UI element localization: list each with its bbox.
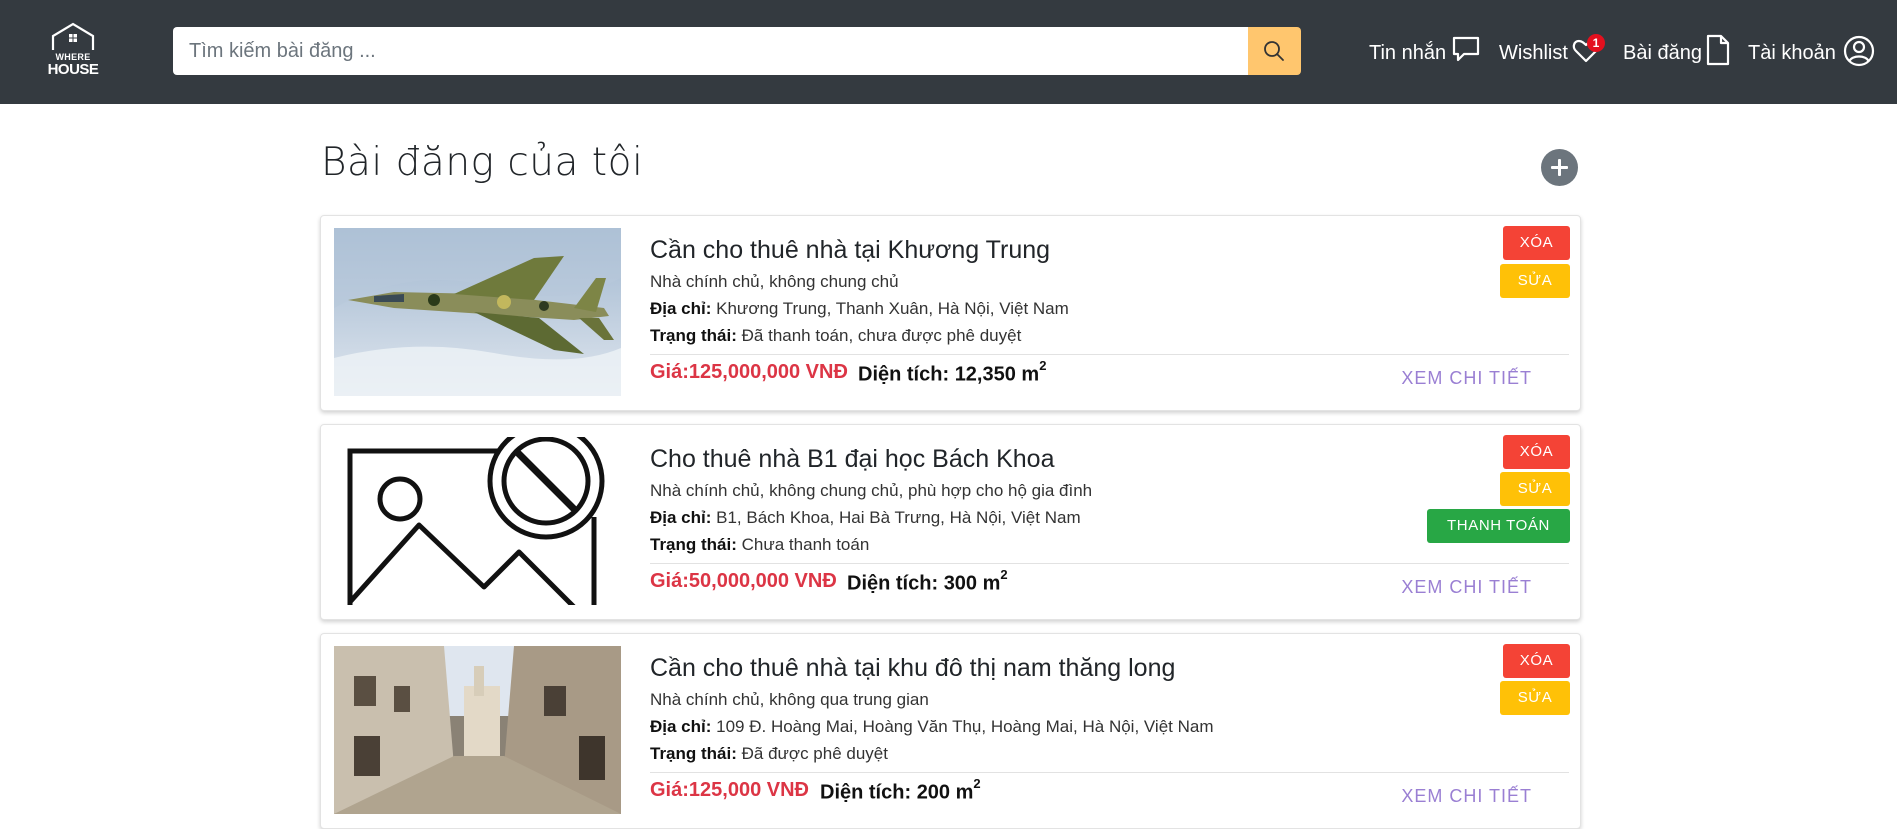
where-house-logo[interactable]: WHERE HOUSE <box>44 22 102 80</box>
price-value: 50,000,000 VNĐ <box>688 570 837 592</box>
nav-messages[interactable]: Tin nhắn <box>1369 32 1480 72</box>
view-detail-link[interactable]: XEM CHI TIẾT <box>1401 368 1532 389</box>
card-divider <box>650 563 1569 564</box>
area-label: Diện tích: <box>820 781 912 804</box>
view-detail-link[interactable]: XEM CHI TIẾT <box>1401 786 1532 807</box>
search-input[interactable] <box>173 27 1249 75</box>
listing-area: Diện tích: 300 m2 <box>847 567 1008 596</box>
status-value: Đã được phê duyệt <box>741 744 888 763</box>
search-bar <box>173 27 1301 75</box>
add-post-button[interactable] <box>1541 149 1578 186</box>
status-label: Trạng thái: <box>650 535 737 554</box>
nav-wishlist-label: Wishlist <box>1499 42 1568 64</box>
address-value: 109 Đ. Hoàng Mai, Hoàng Văn Thụ, Hoàng M… <box>716 717 1214 736</box>
area-unit-sup: 2 <box>1000 567 1008 582</box>
listing-description: Nhà chính chủ, không qua trung gian <box>650 690 929 709</box>
document-icon <box>1706 34 1730 66</box>
status-value: Đã thanh toán, chưa được phê duyệt <box>741 326 1022 345</box>
nav-posts[interactable]: Bài đăng <box>1623 32 1730 72</box>
delete-button[interactable]: XÓA <box>1503 644 1570 678</box>
view-detail-link[interactable]: XEM CHI TIẾT <box>1401 577 1532 598</box>
area-unit-sup: 2 <box>973 776 981 791</box>
top-navbar: WHERE HOUSE Tin nhắn Wishlist 1 Bài đăng <box>0 0 1897 104</box>
nav-wishlist[interactable]: Wishlist 1 <box>1499 32 1605 72</box>
status-value: Chưa thanh toán <box>741 535 870 554</box>
search-icon <box>1264 41 1284 61</box>
listing-description: Nhà chính chủ, không chung chủ, phù hợp … <box>650 481 1093 500</box>
listing-status: Trạng thái: Chưa thanh toán <box>650 535 869 555</box>
wishlist-count-badge: 1 <box>1587 34 1605 52</box>
listing-area: Diện tích: 12,350 m2 <box>858 358 1047 387</box>
status-label: Trạng thái: <box>650 744 737 763</box>
listing-price: Giá:125,000 VNĐ <box>650 779 809 802</box>
price-label: Giá: <box>650 779 689 801</box>
area-value: 12,350 m <box>954 363 1040 386</box>
card-divider <box>650 354 1569 355</box>
card-divider <box>650 772 1569 773</box>
listing-status: Trạng thái: Đã thanh toán, chưa được phê… <box>650 326 1021 346</box>
listing-status: Trạng thái: Đã được phê duyệt <box>650 744 888 764</box>
search-button[interactable] <box>1248 27 1301 75</box>
listing-thumbnail-placeholder[interactable] <box>334 437 621 605</box>
status-label: Trạng thái: <box>650 326 737 345</box>
area-label: Diện tích: <box>847 572 939 595</box>
address-label: Địa chỉ: <box>650 717 712 736</box>
price-value: 125,000 VNĐ <box>688 779 809 801</box>
nav-account[interactable]: Tài khoản <box>1748 32 1878 72</box>
nav-account-label: Tài khoản <box>1748 42 1836 64</box>
listing-card: Cần cho thuê nhà tại Khương Trung Nhà ch… <box>320 215 1581 411</box>
price-label: Giá: <box>650 570 689 592</box>
user-circle-icon <box>1843 35 1875 67</box>
delete-button[interactable]: XÓA <box>1503 435 1570 469</box>
nav-messages-label: Tin nhắn <box>1369 42 1447 64</box>
house-logo-icon <box>51 22 95 50</box>
area-value: 200 m <box>916 781 974 804</box>
listing-title[interactable]: Cần cho thuê nhà tại khu đô thị nam thăn… <box>650 654 1175 683</box>
listing-address: Địa chỉ: Khương Trung, Thanh Xuân, Hà Nộ… <box>650 299 1069 319</box>
edit-button[interactable]: SỬA <box>1500 681 1570 715</box>
nav-posts-label: Bài đăng <box>1623 42 1702 64</box>
price-label: Giá: <box>650 361 689 383</box>
page-title: Bài đăng của tôi <box>321 140 644 185</box>
address-label: Địa chỉ: <box>650 508 712 527</box>
listing-thumbnail-street[interactable] <box>334 646 621 814</box>
area-unit-sup: 2 <box>1039 358 1047 373</box>
listing-description: Nhà chính chủ, không chung chủ <box>650 272 899 291</box>
address-value: Khương Trung, Thanh Xuân, Hà Nội, Việt N… <box>716 299 1069 318</box>
listing-address: Địa chỉ: 109 Đ. Hoàng Mai, Hoàng Văn Thụ… <box>650 717 1214 737</box>
edit-button[interactable]: SỬA <box>1500 472 1570 506</box>
chat-bubble-icon <box>1452 36 1480 62</box>
logo-text-house: HOUSE <box>47 61 99 78</box>
address-value: B1, Bách Khoa, Hai Bà Trưng, Hà Nội, Việ… <box>716 508 1081 527</box>
listing-card: Cho thuê nhà B1 đại học Bách Khoa Nhà ch… <box>320 424 1581 620</box>
price-value: 125,000,000 VNĐ <box>688 361 848 383</box>
listing-price: Giá:125,000,000 VNĐ <box>650 361 848 384</box>
address-label: Địa chỉ: <box>650 299 712 318</box>
listing-address: Địa chỉ: B1, Bách Khoa, Hai Bà Trưng, Hà… <box>650 508 1081 528</box>
delete-button[interactable]: XÓA <box>1503 226 1570 260</box>
area-label: Diện tích: <box>858 363 950 386</box>
listing-thumbnail-jet[interactable] <box>334 228 621 396</box>
edit-button[interactable]: SỬA <box>1500 264 1570 298</box>
listing-card: Cần cho thuê nhà tại khu đô thị nam thăn… <box>320 633 1581 829</box>
pay-button[interactable]: THANH TOÁN <box>1427 509 1570 543</box>
listing-title[interactable]: Cho thuê nhà B1 đại học Bách Khoa <box>650 445 1054 474</box>
area-value: 300 m <box>943 572 1001 595</box>
listing-price: Giá:50,000,000 VNĐ <box>650 570 837 593</box>
listing-area: Diện tích: 200 m2 <box>820 776 981 805</box>
listing-title[interactable]: Cần cho thuê nhà tại Khương Trung <box>650 236 1050 265</box>
